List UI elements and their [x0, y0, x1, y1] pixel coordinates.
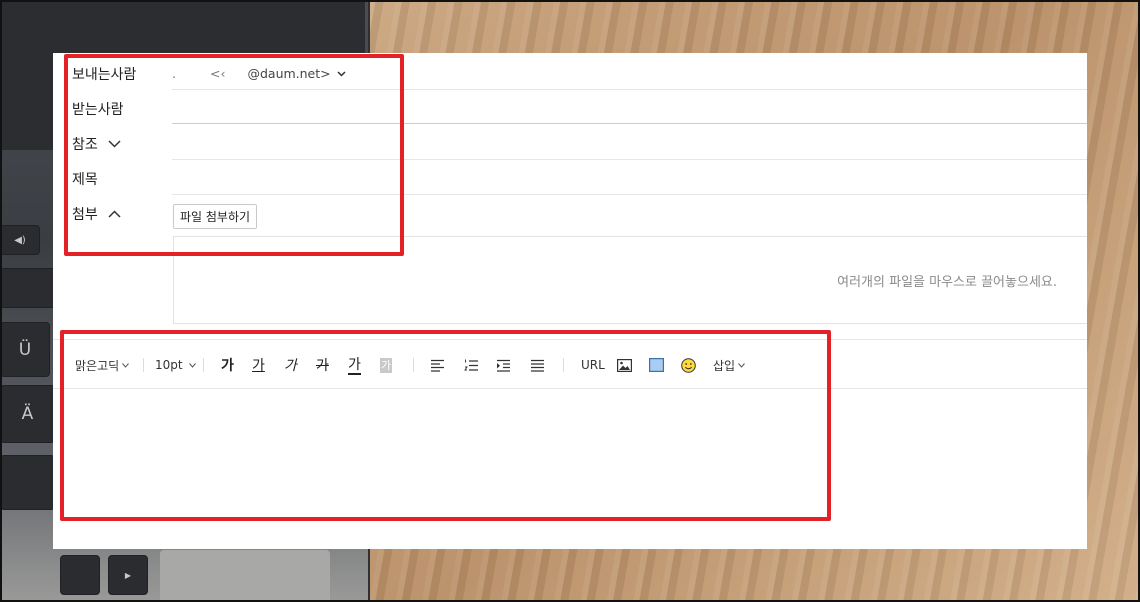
laptop-key: [0, 455, 55, 510]
laptop-key: [60, 555, 100, 595]
laptop-key: ▶: [108, 555, 148, 595]
laptop-key: Ä: [0, 385, 55, 443]
highlight-box-editor: [60, 330, 831, 521]
laptop-key: ◀): [0, 225, 40, 255]
laptop-trackpad: [160, 550, 330, 602]
laptop-key: Ü: [0, 322, 50, 377]
key-label: Ü: [18, 339, 32, 360]
key-label: Ä: [21, 404, 34, 424]
dropzone-hint: 여러개의 파일을 마우스로 끌어놓으세요.: [837, 274, 1057, 290]
laptop-key: [0, 268, 58, 308]
highlight-box-header-fields: [64, 54, 404, 256]
